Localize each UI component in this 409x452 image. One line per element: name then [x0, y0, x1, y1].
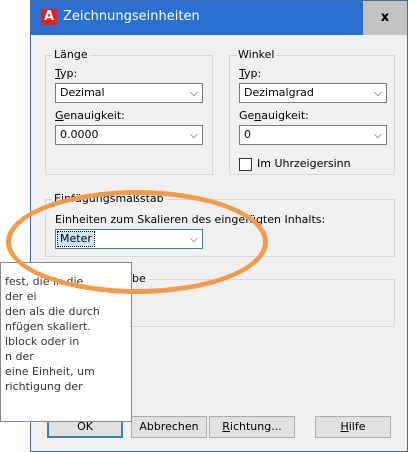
length-type-value: Dezimal	[60, 86, 105, 99]
insertion-units-description: Einheiten zum Skalieren des eingefügten …	[55, 213, 326, 226]
tooltip-line: richtigung der	[5, 380, 83, 393]
tooltip-line: nfügen skaliert.	[5, 320, 91, 333]
angle-precision-value: 0	[244, 128, 251, 141]
angle-precision-label: Genauigkeit:	[239, 109, 309, 122]
length-precision-label: Genauigkeit:	[55, 109, 125, 122]
cancel-button[interactable]: Abbrechen	[131, 416, 207, 438]
angle-type-value: Dezimalgrad	[244, 86, 314, 99]
clockwise-label[interactable]: Im Uhrzeigersinn	[257, 157, 351, 171]
close-button[interactable]: x	[363, 1, 407, 35]
length-type-label-rest: yp:	[60, 67, 78, 80]
insertion-units-value: Meter	[57, 231, 95, 247]
length-precision-select[interactable]: 0.0000 ⌵	[55, 125, 203, 145]
length-type-select[interactable]: Dezimal ⌵	[55, 83, 203, 103]
clockwise-checkbox[interactable]	[239, 158, 252, 171]
title-bar: A Zeichnungseinheiten x	[31, 1, 407, 35]
chevron-down-icon: ⌵	[189, 128, 198, 141]
length-precision-value: 0.0000	[60, 128, 99, 141]
tooltip-line: lblock oder in	[5, 335, 80, 348]
tooltip-line: den als die durch	[5, 305, 100, 318]
angle-group-title: Winkel	[236, 48, 277, 62]
chevron-down-icon: ⌵	[189, 232, 198, 245]
help-button[interactable]: Hilfe	[315, 416, 391, 438]
chevron-down-icon: ⌵	[189, 86, 198, 99]
tooltip-line: der ei	[5, 290, 37, 303]
tooltip-line: n der	[5, 350, 34, 363]
autocad-app-icon: A	[41, 9, 57, 25]
insertion-units-select[interactable]: Meter ⌵	[55, 229, 203, 249]
window-title: Zeichnungseinheiten	[63, 9, 200, 24]
direction-button[interactable]: Richtung...	[209, 416, 295, 438]
angle-type-label: Typ:	[239, 67, 262, 80]
length-type-label: Typ:	[55, 67, 78, 80]
insertion-scale-group-title: Einfügungsmaßstab	[52, 192, 166, 206]
output-group-title: be	[130, 272, 148, 286]
length-group-title: Länge	[52, 48, 90, 62]
help-tooltip: fest, die in die der ei den als die durc…	[0, 262, 132, 422]
chevron-down-icon: ⌵	[373, 86, 382, 99]
angle-type-select[interactable]: Dezimalgrad ⌵	[239, 83, 387, 103]
tooltip-line: fest, die in die	[5, 275, 84, 288]
chevron-down-icon: ⌵	[373, 128, 382, 141]
angle-precision-select[interactable]: 0 ⌵	[239, 125, 387, 145]
tooltip-line: eine Einheit, um	[5, 365, 95, 378]
